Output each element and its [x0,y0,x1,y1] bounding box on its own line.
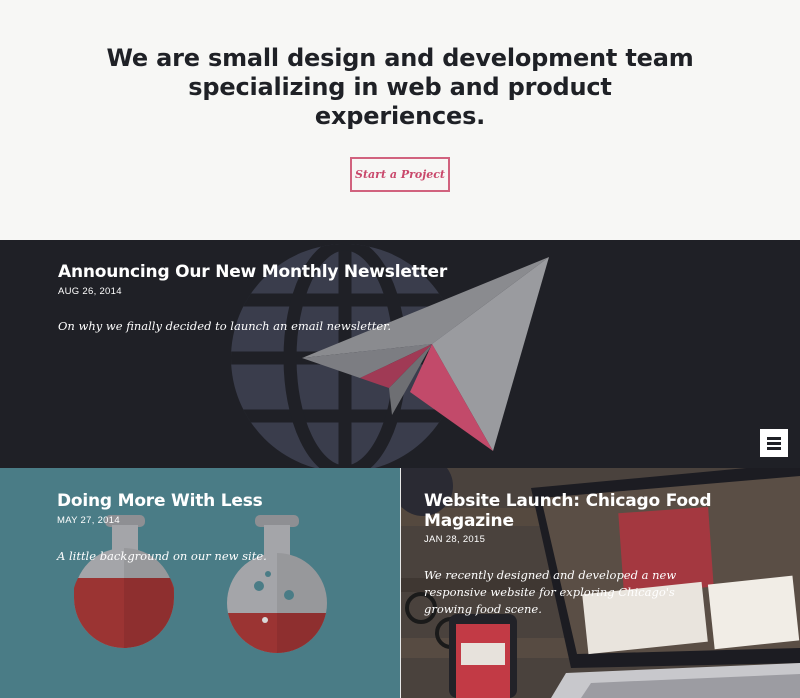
post-date: MAY 27, 2014 [57,515,120,526]
post-excerpt: A little background on our new site. [57,549,267,563]
featured-post-date: AUG 26, 2014 [58,286,122,297]
post-excerpt: We recently designed and developed a new… [424,568,677,616]
featured-post-excerpt: On why we finally decided to launch an e… [58,319,392,333]
start-project-button[interactable]: Start a Project [350,157,450,192]
post-card-chicago-food[interactable]: Website Launch: Chicago Food Magazine JA… [401,468,800,698]
post-title[interactable]: Doing More With Less [57,491,263,511]
post-date: JAN 28, 2015 [424,534,486,545]
hero-section: We are small design and development team… [0,0,800,240]
featured-post-card[interactable]: Announcing Our New Monthly Newsletter AU… [0,240,800,468]
hero-title: We are small design and development team… [106,44,694,130]
post-title[interactable]: Website Launch: Chicago Food Magazine [424,491,754,531]
post-card-doing-more[interactable]: Doing More With Less MAY 27, 2014 A litt… [0,468,400,698]
hamburger-menu-icon[interactable] [760,429,788,457]
featured-post-title[interactable]: Announcing Our New Monthly Newsletter [58,262,447,282]
